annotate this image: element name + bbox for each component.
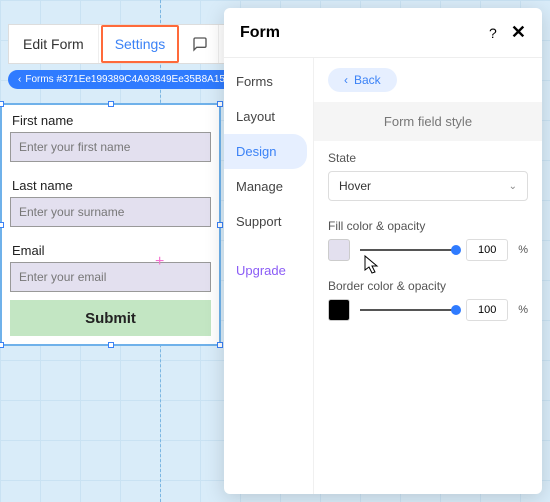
nav-upgrade[interactable]: Upgrade (224, 253, 313, 288)
settings-button[interactable]: Settings (101, 25, 180, 63)
border-opacity-value[interactable]: 100 (466, 299, 508, 321)
fill-opacity-slider[interactable] (360, 249, 456, 251)
field-label[interactable]: Last name (2, 170, 219, 197)
form-canvas[interactable]: First name Enter your first name Last na… (0, 103, 221, 346)
fill-color-swatch[interactable] (328, 239, 350, 261)
field-label[interactable]: First name (2, 105, 219, 132)
chevron-left-icon: ‹ (344, 73, 348, 87)
help-icon[interactable]: ? (483, 25, 503, 41)
editor-toolbar: Edit Form Settings ··· (8, 24, 258, 64)
percent-unit: % (518, 304, 528, 316)
chevron-left-icon: ‹ (18, 74, 21, 85)
state-select[interactable]: Hover ⌄ (328, 171, 528, 201)
edit-form-button[interactable]: Edit Form (9, 25, 99, 63)
last-name-input[interactable]: Enter your surname (10, 197, 211, 227)
chevron-down-icon: ⌄ (509, 181, 517, 192)
percent-unit: % (518, 244, 528, 256)
submit-button[interactable]: Submit (10, 300, 211, 336)
breadcrumb-text: Forms #371Ee199389C4A93849Ee35B8A15B7Ca2 (25, 74, 255, 85)
nav-manage[interactable]: Manage (224, 169, 313, 204)
panel-side-nav: Forms Layout Design Manage Support Upgra… (224, 58, 314, 494)
back-button[interactable]: ‹ Back (328, 68, 397, 92)
state-label: State (328, 151, 528, 165)
fill-label: Fill color & opacity (328, 219, 528, 233)
panel-title: Form (240, 24, 280, 42)
close-icon[interactable]: ✕ (511, 22, 526, 43)
comment-icon[interactable] (181, 25, 219, 63)
border-opacity-slider[interactable] (360, 309, 456, 311)
settings-panel: Form ? ✕ Forms Layout Design Manage Supp… (224, 8, 542, 494)
fill-opacity-value[interactable]: 100 (466, 239, 508, 261)
first-name-input[interactable]: Enter your first name (10, 132, 211, 162)
section-heading: Form field style (314, 102, 542, 141)
border-color-swatch[interactable] (328, 299, 350, 321)
nav-forms[interactable]: Forms (224, 64, 313, 99)
nav-support[interactable]: Support (224, 204, 313, 239)
border-label: Border color & opacity (328, 279, 528, 293)
email-input[interactable]: Enter your email (10, 262, 211, 292)
panel-content: ‹ Back Form field style State Hover ⌄ Fi… (314, 58, 542, 494)
nav-design[interactable]: Design (224, 134, 307, 169)
field-label[interactable]: Email (2, 235, 219, 262)
nav-layout[interactable]: Layout (224, 99, 313, 134)
